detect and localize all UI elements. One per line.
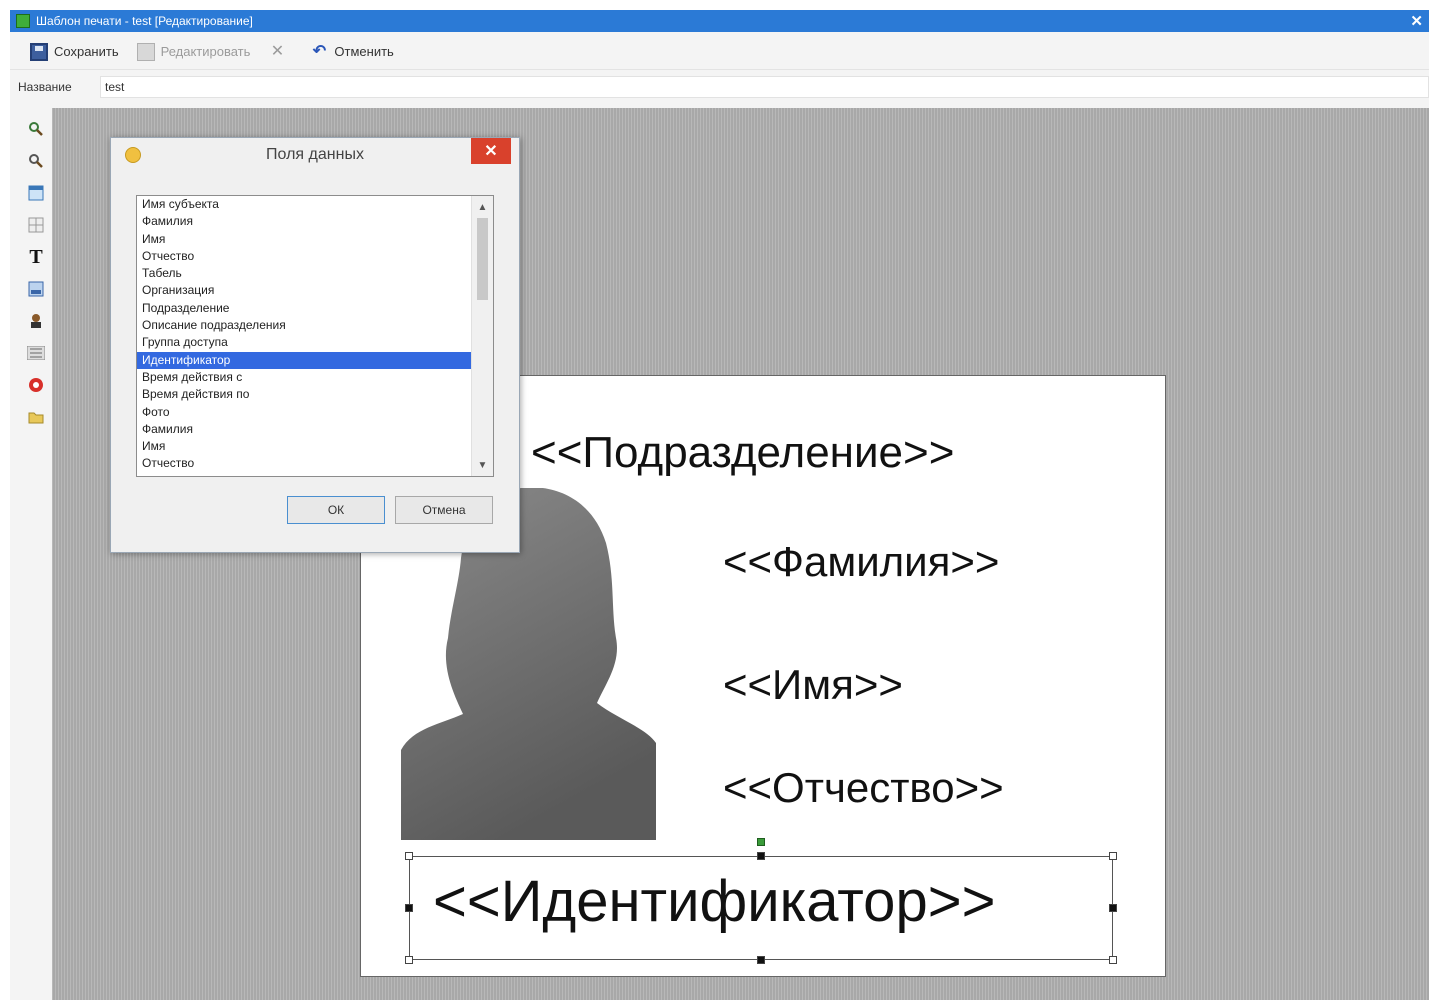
field-imya[interactable]: <<Имя>> — [723, 661, 903, 709]
list-item[interactable]: Отчество — [137, 455, 493, 472]
list-item[interactable]: Фамилия — [137, 421, 493, 438]
resize-handle-tl[interactable] — [405, 852, 413, 860]
list-item[interactable]: Фамилия — [137, 213, 493, 230]
folder-icon[interactable] — [25, 406, 47, 428]
list-item[interactable]: Табель — [137, 265, 493, 282]
cancel-button[interactable]: Отмена — [395, 496, 493, 524]
scroll-down-icon[interactable]: ▼ — [472, 456, 493, 474]
grid-icon[interactable] — [25, 214, 47, 236]
list-item[interactable]: Фото — [137, 404, 493, 421]
barcode-icon[interactable] — [25, 342, 47, 364]
app-icon — [16, 14, 30, 28]
resize-handle-top[interactable] — [757, 852, 765, 860]
zoom-out-icon[interactable] — [25, 150, 47, 172]
name-label: Название — [18, 80, 72, 94]
list-item[interactable]: Имя — [137, 231, 493, 248]
image-icon[interactable] — [25, 278, 47, 300]
record-icon[interactable] — [25, 374, 47, 396]
list-item[interactable]: Имя субъекта — [137, 196, 493, 213]
design-canvas[interactable]: <<Подразделение>> <<Фамилия>> <<Имя>> <<… — [52, 108, 1429, 1000]
field-familiya[interactable]: <<Фамилия>> — [723, 538, 999, 586]
resize-handle-bottom[interactable] — [757, 956, 765, 964]
dialog-title: Поля данных — [266, 146, 364, 163]
list-item[interactable]: Группа доступа — [137, 334, 493, 351]
delete-button[interactable]: ✕ — [268, 43, 292, 61]
ok-button[interactable]: ОК — [287, 496, 385, 524]
title-bar: Шаблон печати - test [Редактирование] ✕ — [10, 10, 1429, 32]
close-icon[interactable]: ✕ — [1410, 12, 1423, 30]
save-button[interactable]: Сохранить — [30, 42, 119, 61]
text-tool-icon[interactable]: T — [25, 246, 47, 268]
undo-label: Отменить — [334, 44, 394, 59]
list-item[interactable]: Организация — [137, 282, 493, 299]
resize-handle-tr[interactable] — [1109, 852, 1117, 860]
edit-label: Редактировать — [160, 44, 251, 59]
cut-icon: ✕ — [270, 42, 285, 60]
scroll-thumb[interactable] — [477, 218, 488, 300]
undo-icon: ↶ — [312, 42, 327, 60]
scroll-up-icon[interactable]: ▲ — [472, 198, 493, 216]
data-fields-dialog: Поля данных ✕ Имя субъекта Фамилия Имя Отче… — [110, 137, 520, 553]
name-row: Название — [10, 72, 1429, 102]
field-otchestvo[interactable]: <<Отчество>> — [723, 764, 1004, 812]
save-label: Сохранить — [54, 44, 119, 59]
list-item[interactable]: Время действия по — [137, 386, 493, 403]
list-item[interactable]: Отчество — [137, 248, 493, 265]
photo-tool-icon[interactable] — [25, 310, 47, 332]
tool-palette: T — [10, 108, 52, 1000]
fields-listbox[interactable]: Имя субъекта Фамилия Имя Отчество Табель Орга… — [136, 195, 494, 477]
undo-button[interactable]: ↶ Отменить — [310, 42, 394, 61]
resize-handle-bl[interactable] — [405, 956, 413, 964]
list-item[interactable]: Время действия с — [137, 369, 493, 386]
field-identifikator[interactable]: <<Идентификатор>> — [433, 868, 995, 935]
fields-list: Имя субъекта Фамилия Имя Отчество Табель Орга… — [137, 196, 493, 473]
edit-button[interactable]: Редактировать — [136, 42, 251, 61]
save-icon — [30, 42, 48, 61]
list-item[interactable]: Идентификатор — [137, 351, 493, 369]
list-item[interactable]: Имя — [137, 438, 493, 455]
list-item[interactable]: Подразделение — [137, 300, 493, 317]
toolbar: Сохранить Редактировать ✕ ↶ Отменить — [10, 34, 1429, 70]
table-icon[interactable] — [25, 182, 47, 204]
window-title: Шаблон печати - test [Редактирование] — [36, 14, 253, 28]
resize-handle-left[interactable] — [405, 904, 413, 912]
app-window: Шаблон печати - test [Редактирование] ✕ … — [10, 10, 1429, 1000]
resize-handle-right[interactable] — [1109, 904, 1117, 912]
field-podrazdelenie[interactable]: <<Подразделение>> — [531, 428, 954, 478]
list-scrollbar[interactable]: ▲ ▼ — [471, 196, 493, 476]
zoom-in-icon[interactable] — [25, 118, 47, 140]
rotate-handle[interactable] — [757, 838, 765, 846]
list-item[interactable]: Описание подразделения — [137, 317, 493, 334]
edit-icon — [136, 42, 155, 61]
resize-handle-br[interactable] — [1109, 956, 1117, 964]
dialog-close-button[interactable]: ✕ — [471, 138, 511, 164]
name-input[interactable] — [100, 76, 1429, 98]
